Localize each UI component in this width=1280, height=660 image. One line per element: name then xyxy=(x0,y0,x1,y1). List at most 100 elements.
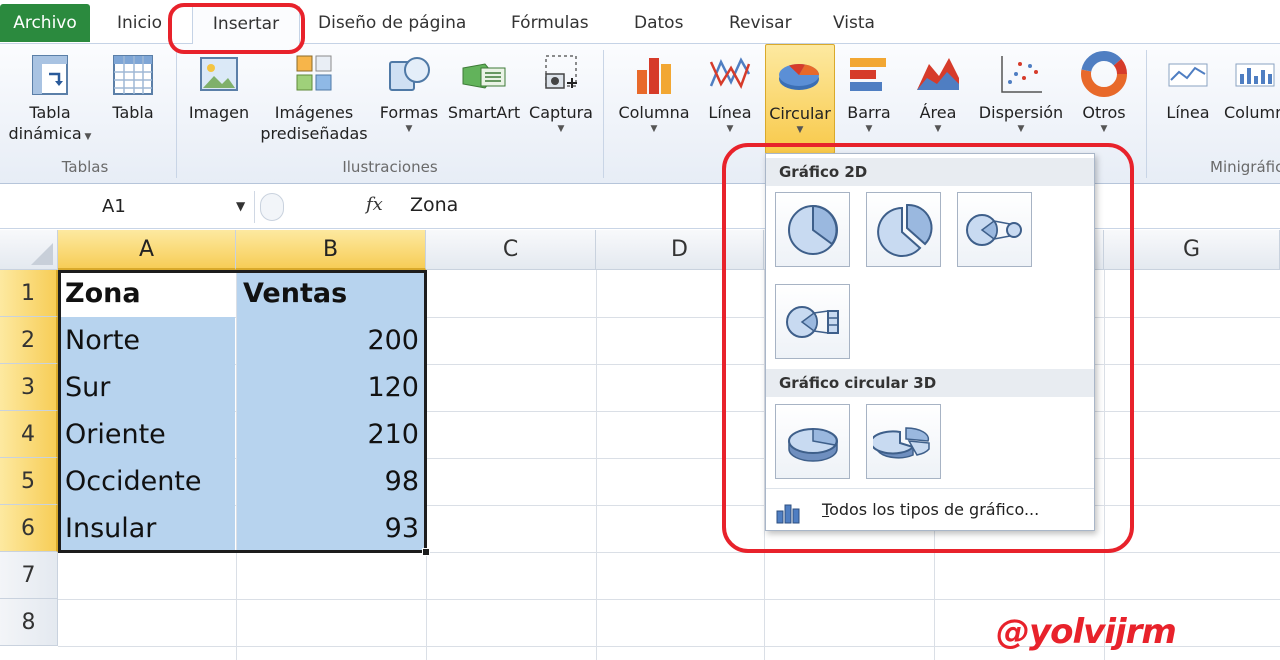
area-chart-button[interactable]: Área ▼ xyxy=(910,48,966,135)
column-chart-button[interactable]: Columna ▼ xyxy=(614,48,694,135)
exploded-pie-3d-icon xyxy=(873,427,930,459)
all-chart-types-icon xyxy=(776,504,800,524)
gridline xyxy=(426,270,427,660)
exploded-pie-2d-button[interactable] xyxy=(866,192,941,267)
cell-zona[interactable]: Sur xyxy=(59,364,235,411)
other-charts-label: Otros xyxy=(1082,103,1126,122)
name-box[interactable]: A1 ▼ xyxy=(0,191,255,223)
row-header[interactable]: 1 xyxy=(0,270,58,317)
tab-archivo[interactable]: Archivo xyxy=(0,4,90,42)
area-chart-label: Área xyxy=(919,103,957,122)
sparkline-column-button[interactable]: Columna xyxy=(1224,48,1280,123)
tab-insertar[interactable]: Insertar xyxy=(192,6,300,44)
tab-vista[interactable]: Vista xyxy=(833,6,875,40)
formula-bar-handle[interactable] xyxy=(260,193,284,221)
tab-diseno-pagina[interactable]: Diseño de página xyxy=(318,6,466,40)
gridline xyxy=(58,599,1280,600)
group-separator xyxy=(1146,50,1147,178)
watermark-text: @yolvijrm xyxy=(996,612,1177,652)
insert-function-icon[interactable]: fx xyxy=(366,194,383,215)
row-header[interactable]: 3 xyxy=(0,364,58,411)
chevron-down-icon[interactable]: ▼ xyxy=(236,199,245,213)
pie-chart-dropdown-arrow: ▼ xyxy=(796,125,804,135)
select-all-corner[interactable] xyxy=(0,230,58,270)
column-chart-label: Columna xyxy=(618,103,690,122)
clip-art-label-2: prediseñadas xyxy=(260,124,368,143)
pivot-table-label-2: dinámica xyxy=(8,124,82,143)
smartart-label: SmartArt xyxy=(447,103,521,122)
pie-chart-icon xyxy=(779,64,819,90)
screenshot-dropdown-arrow: ▼ xyxy=(557,124,565,134)
line-chart-button[interactable]: Línea ▼ xyxy=(700,48,760,135)
formula-input[interactable]: Zona xyxy=(410,194,458,216)
exploded-pie-3d-button[interactable] xyxy=(866,404,941,479)
column-header[interactable]: B xyxy=(236,230,426,270)
dropdown-divider xyxy=(766,488,1094,489)
column-header[interactable]: C xyxy=(426,230,596,270)
row-header[interactable]: 8 xyxy=(0,599,58,646)
cell-ventas[interactable]: 200 xyxy=(237,317,425,364)
cell-b1[interactable]: Ventas xyxy=(237,270,425,317)
group-label-tablas: Tablas xyxy=(61,158,109,176)
sparkline-line-button[interactable]: Línea xyxy=(1158,48,1218,123)
scatter-chart-button[interactable]: Dispersión ▼ xyxy=(974,48,1068,135)
bar-of-pie-button[interactable] xyxy=(775,284,850,359)
screenshot-button[interactable]: Captura ▼ xyxy=(526,48,596,135)
pie-of-pie-icon xyxy=(966,214,1022,246)
pivot-table-button[interactable]: Tabla dinámica ▼ xyxy=(4,48,96,148)
row-header[interactable]: 6 xyxy=(0,505,58,552)
exploded-pie-icon xyxy=(877,203,933,257)
bar-chart-button[interactable]: Barra ▼ xyxy=(840,48,898,135)
other-charts-button[interactable]: Otros ▼ xyxy=(1074,48,1134,135)
gridline xyxy=(58,552,1280,553)
cell-zona[interactable]: Norte xyxy=(59,317,235,364)
cell-ventas[interactable]: 98 xyxy=(237,458,425,505)
pie-2d-button[interactable] xyxy=(775,192,850,267)
tab-datos[interactable]: Datos xyxy=(634,6,683,40)
cell-zona[interactable]: Insular xyxy=(59,505,235,552)
cell-ventas[interactable]: 93 xyxy=(237,505,425,552)
pie-chart-label: Circular xyxy=(769,104,831,123)
fill-handle[interactable] xyxy=(422,548,430,556)
screenshot-icon xyxy=(545,55,577,89)
sparkline-column-icon xyxy=(1235,63,1275,87)
cell-ventas[interactable]: 120 xyxy=(237,364,425,411)
row-header[interactable]: 4 xyxy=(0,411,58,458)
picture-label: Imagen xyxy=(188,103,250,122)
table-button[interactable]: Tabla xyxy=(104,48,162,123)
ribbon-tab-bar: Archivo Inicio Insertar Diseño de página… xyxy=(0,0,1280,44)
shapes-button[interactable]: Formas ▼ xyxy=(376,48,442,135)
shapes-dropdown-arrow: ▼ xyxy=(405,124,413,134)
row-header[interactable]: 5 xyxy=(0,458,58,505)
line-chart-icon xyxy=(709,57,751,90)
sparkline-line-icon xyxy=(1168,63,1208,87)
pie-of-pie-button[interactable] xyxy=(957,192,1032,267)
clip-art-button[interactable]: Imágenes prediseñadas xyxy=(256,48,372,144)
area-chart-icon xyxy=(917,58,959,90)
picture-icon xyxy=(200,57,238,91)
picture-button[interactable]: Imagen xyxy=(184,48,254,123)
pie-3d-button[interactable] xyxy=(775,404,850,479)
cell-zona[interactable]: Occidente xyxy=(59,458,235,505)
row-header[interactable]: 2 xyxy=(0,317,58,364)
column-header[interactable]: G xyxy=(1104,230,1280,270)
group-label-minigraficos: Minigráficos xyxy=(1210,158,1280,176)
other-charts-dropdown-arrow: ▼ xyxy=(1100,124,1108,134)
area-chart-dropdown-arrow: ▼ xyxy=(934,124,942,134)
tab-revisar[interactable]: Revisar xyxy=(729,6,792,40)
cell-zona[interactable]: Oriente xyxy=(59,411,235,458)
cell-ventas[interactable]: 210 xyxy=(237,411,425,458)
column-header[interactable]: D xyxy=(596,230,764,270)
section-header-2d: Gráfico 2D xyxy=(766,158,1094,186)
pie-chart-button[interactable]: Circular ▼ xyxy=(765,44,835,154)
column-chart-dropdown-arrow: ▼ xyxy=(650,124,658,134)
all-chart-types-link[interactable]: Todos los tipos de gráfico... xyxy=(822,500,1039,519)
row-header[interactable]: 7 xyxy=(0,552,58,599)
tab-inicio[interactable]: Inicio xyxy=(117,6,162,40)
smartart-button[interactable]: SmartArt xyxy=(446,48,522,123)
bar-of-pie-icon xyxy=(786,306,839,338)
cell-a1[interactable]: Zona xyxy=(59,270,235,317)
tab-formulas[interactable]: Fórmulas xyxy=(511,6,589,40)
column-header[interactable]: A xyxy=(58,230,236,270)
bar-chart-dropdown-arrow: ▼ xyxy=(865,124,873,134)
